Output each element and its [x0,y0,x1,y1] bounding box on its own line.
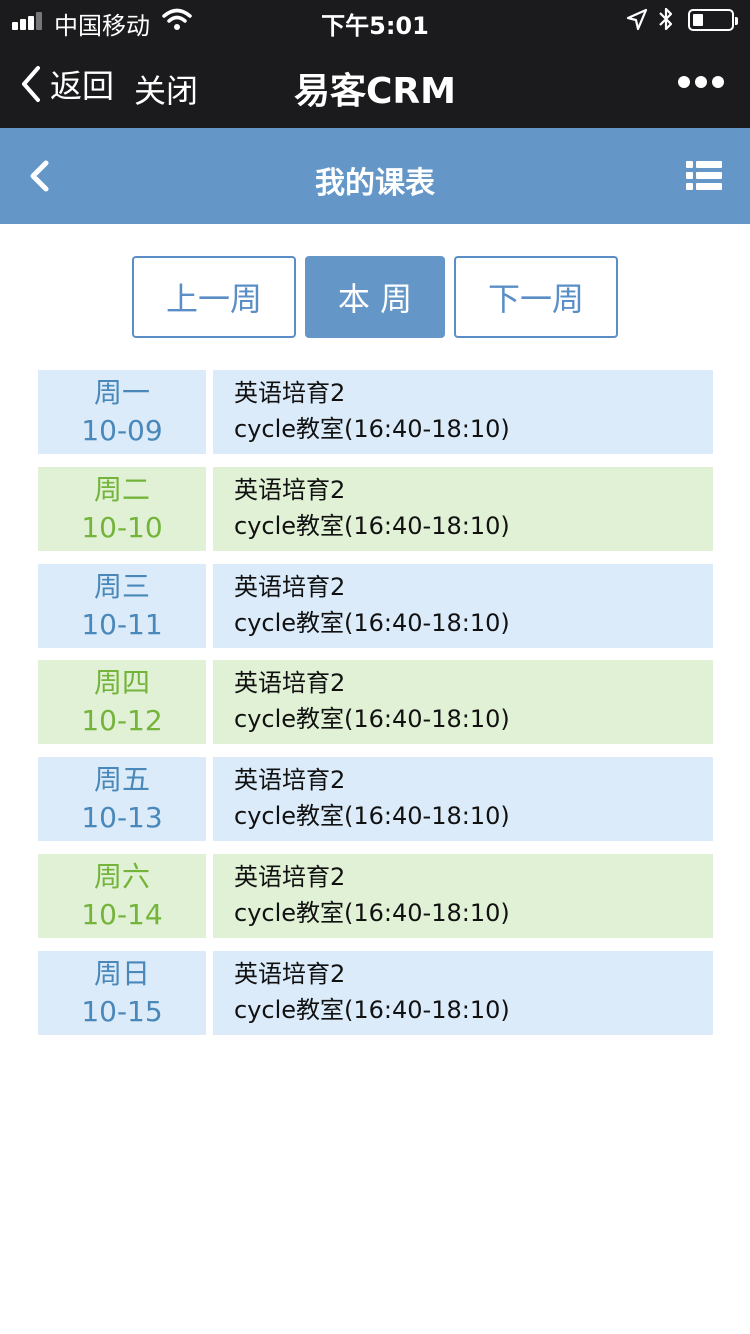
location-arrow-icon [626,8,648,31]
day-cell: 周二 10-10 [38,467,206,551]
course-room-time: cycle教室(16:40-18:10) [234,899,510,927]
schedule-row-sun[interactable]: 周日 10-15 英语培育2 cycle教室(16:40-18:10) [38,951,713,1035]
schedule-row-mon[interactable]: 周一 10-09 英语培育2 cycle教室(16:40-18:10) [38,370,713,454]
weekday-label: 周日 [93,957,150,990]
date-label: 10-14 [81,898,163,931]
weekday-label: 周三 [93,570,150,603]
day-cell: 周六 10-14 [38,854,206,938]
course-room-time: cycle教室(16:40-18:10) [234,512,510,540]
course-name: 英语培育2 [234,960,346,988]
more-dots-icon[interactable] [678,76,724,90]
bluetooth-icon [659,7,673,31]
battery-icon [688,9,738,31]
course-room-time: cycle教室(16:40-18:10) [234,996,510,1024]
course-cell: 英语培育2 cycle教室(16:40-18:10) [213,370,713,454]
course-name: 英语培育2 [234,476,346,504]
date-label: 10-10 [81,511,163,544]
day-cell: 周日 10-15 [38,951,206,1035]
weekday-label: 周四 [93,666,150,699]
page-title: 我的课表 [315,166,435,201]
day-cell: 周四 10-12 [38,660,206,744]
next-week-button[interactable]: 下一周 [454,256,618,338]
course-cell: 英语培育2 cycle教室(16:40-18:10) [213,467,713,551]
course-name: 英语培育2 [234,379,346,407]
course-cell: 英语培育2 cycle教室(16:40-18:10) [213,564,713,648]
course-name: 英语培育2 [234,573,346,601]
day-cell: 周五 10-13 [38,757,206,841]
day-cell: 周三 10-11 [38,564,206,648]
date-label: 10-15 [81,995,163,1028]
course-name: 英语培育2 [234,669,346,697]
wechat-nav-bar: 返回 关闭 易客CRM [0,40,750,128]
weekday-label: 周六 [93,860,150,893]
schedule-row-sat[interactable]: 周六 10-14 英语培育2 cycle教室(16:40-18:10) [38,854,713,938]
week-navigation: 上一周 本 周 下一周 [132,256,618,338]
course-name: 英语培育2 [234,766,346,794]
wechat-page-title: 易客CRM [294,71,456,112]
weekday-label: 周五 [93,763,150,796]
schedule-row-fri[interactable]: 周五 10-13 英语培育2 cycle教室(16:40-18:10) [38,757,713,841]
course-room-time: cycle教室(16:40-18:10) [234,609,510,637]
course-cell: 英语培育2 cycle教室(16:40-18:10) [213,854,713,938]
weekday-label: 周一 [93,376,150,409]
course-room-time: cycle教室(16:40-18:10) [234,705,510,733]
schedule-row-wed[interactable]: 周三 10-11 英语培育2 cycle教室(16:40-18:10) [38,564,713,648]
schedule-row-thu[interactable]: 周四 10-12 英语培育2 cycle教室(16:40-18:10) [38,660,713,744]
course-cell: 英语培育2 cycle教室(16:40-18:10) [213,951,713,1035]
wechat-top-bar: 中国移动 下午5:01 返回 关闭 易客CRM [0,0,750,128]
course-cell: 英语培育2 cycle教室(16:40-18:10) [213,757,713,841]
date-label: 10-12 [81,704,163,737]
app-header: 我的课表 [0,128,750,224]
previous-week-button[interactable]: 上一周 [132,256,296,338]
course-cell: 英语培育2 cycle教室(16:40-18:10) [213,660,713,744]
date-label: 10-13 [81,801,163,834]
date-label: 10-11 [81,608,163,641]
status-bar: 中国移动 下午5:01 [0,0,750,40]
date-label: 10-09 [81,414,163,447]
list-menu-icon[interactable] [686,161,722,191]
course-room-time: cycle教室(16:40-18:10) [234,415,510,443]
course-name: 英语培育2 [234,863,346,891]
day-cell: 周一 10-09 [38,370,206,454]
schedule-row-tue[interactable]: 周二 10-10 英语培育2 cycle教室(16:40-18:10) [38,467,713,551]
weekday-label: 周二 [93,473,150,506]
this-week-button[interactable]: 本 周 [305,256,445,338]
course-room-time: cycle教室(16:40-18:10) [234,802,510,830]
